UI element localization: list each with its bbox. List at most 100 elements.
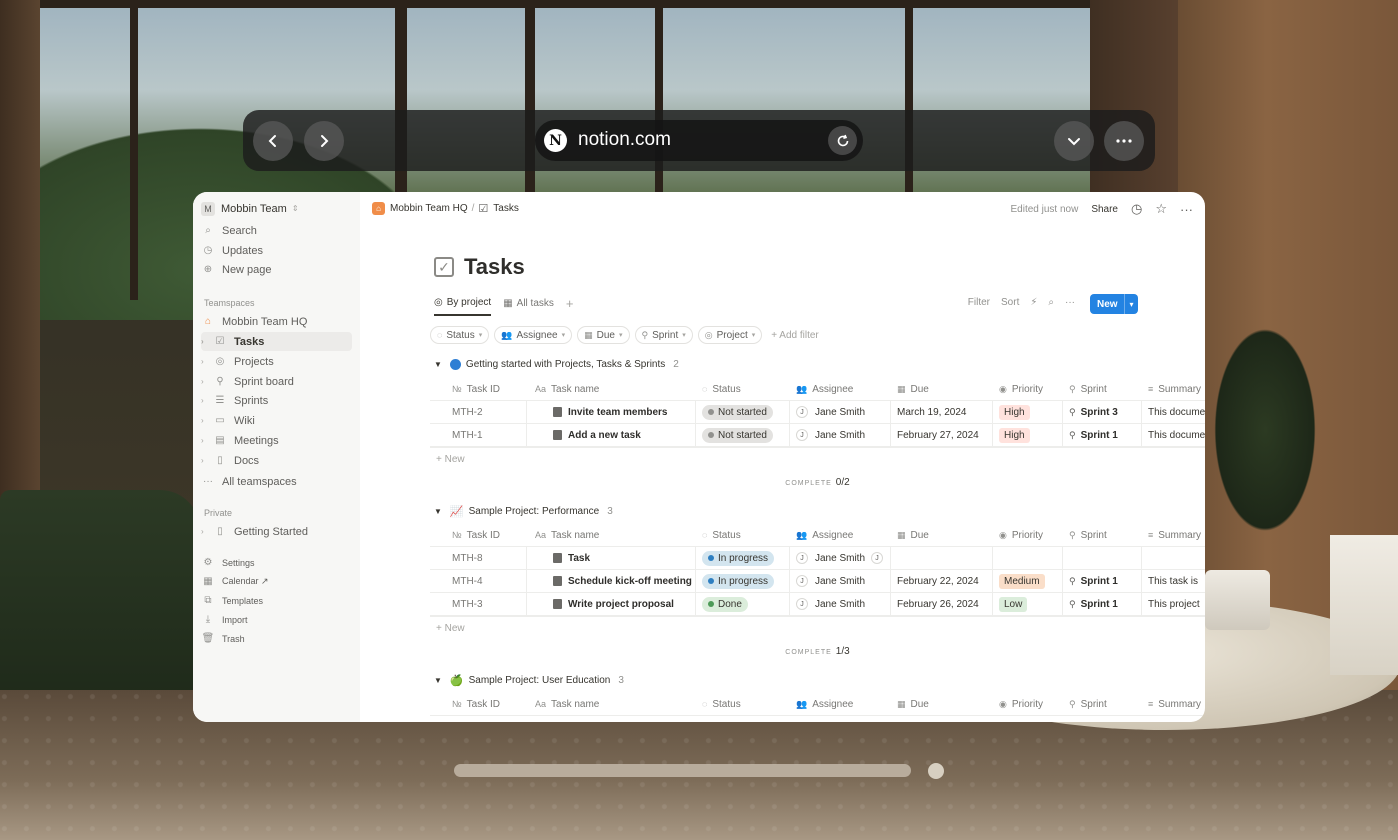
reload-button[interactable] — [828, 126, 857, 155]
sprint-cell[interactable]: ⚲ Sprint 3 — [1063, 400, 1142, 424]
new-row-button[interactable]: + New — [436, 623, 465, 634]
sidebar-item-projects[interactable]: › ◎ Projects — [201, 352, 352, 371]
collapse-triangle-icon[interactable]: ▼ — [434, 676, 442, 685]
star-icon[interactable]: ☆ — [1155, 201, 1167, 217]
due-cell[interactable] — [891, 546, 993, 570]
sidebar-item-calendar[interactable]: ▦ Calendar ↗ — [201, 572, 352, 591]
column-header[interactable]: Aa Task name — [527, 693, 696, 716]
history-icon[interactable]: ◷ — [1131, 201, 1142, 217]
filter-button[interactable]: Filter — [968, 297, 990, 308]
add-view-icon[interactable]: + — [566, 296, 574, 311]
forward-button[interactable] — [304, 121, 344, 161]
column-header[interactable]: 👥 Assignee — [790, 524, 891, 547]
sidebar-item-sprints[interactable]: › ☰ Sprints — [201, 391, 352, 410]
ellipsis-icon[interactable]: ··· — [1065, 297, 1075, 308]
assignee-cell[interactable]: J Jane Smith — [790, 400, 891, 424]
column-header[interactable]: ⚲ Sprint — [1063, 524, 1142, 547]
address-bar[interactable]: N notion.com — [535, 120, 863, 161]
collapse-triangle-icon[interactable]: ▼ — [434, 507, 442, 516]
tab-by-project[interactable]: ◎ By project — [434, 297, 492, 316]
sidebar-item-getting-started[interactable]: › ▯ Getting Started — [201, 522, 352, 541]
task-name-cell[interactable]: Write project proposal — [527, 592, 696, 616]
table-row[interactable]: MTH-2 Invite team members Not started JJ… — [430, 400, 1205, 424]
sidebar-item-sprint-board[interactable]: › ⚲ Sprint board — [201, 372, 352, 391]
table-row[interactable]: MTH-8 Task In progress J Jane Smith J — [430, 546, 1205, 570]
due-cell[interactable]: February 26, 2024 — [891, 592, 993, 616]
status-cell[interactable]: Not started — [696, 423, 790, 447]
due-cell[interactable]: February 27, 2024 — [891, 423, 993, 447]
column-header[interactable]: ≡ Summary — [1142, 693, 1205, 716]
breadcrumb-current[interactable]: Tasks — [493, 203, 519, 214]
filter-project[interactable]: ◎ Project ▾ — [697, 326, 763, 344]
filter-due[interactable]: ▦ Due ▾ — [577, 326, 630, 344]
column-header[interactable]: ⚲ Sprint — [1063, 693, 1142, 716]
share-button[interactable]: Share — [1091, 204, 1118, 215]
search-icon[interactable]: ⌕ — [1048, 297, 1054, 308]
new-row-button[interactable]: + New — [436, 454, 465, 465]
column-header[interactable]: ◉ Priority — [993, 524, 1063, 547]
sidebar-item-search[interactable]: ⌕ Search — [201, 221, 352, 240]
menu-dropdown-button[interactable] — [1054, 121, 1094, 161]
chevron-right-icon[interactable]: › — [201, 357, 209, 366]
status-cell[interactable]: Done — [696, 592, 790, 616]
column-header[interactable]: Aa Task name — [527, 524, 696, 547]
due-cell[interactable]: February 22, 2024 — [891, 569, 993, 593]
tab-all-tasks[interactable]: ▦ All tasks — [503, 298, 554, 315]
priority-cell[interactable]: Low — [993, 592, 1063, 616]
table-row[interactable]: MTH-1 Add a new task Not started J Jane S… — [430, 423, 1205, 447]
column-header[interactable]: ◌ Status — [696, 378, 790, 401]
column-header[interactable]: ◉ Priority — [993, 378, 1063, 401]
column-header[interactable]: ⚲ Sprint — [1063, 378, 1142, 401]
table-row[interactable]: MTH-3 Write project proposal Done J Jane … — [430, 592, 1205, 616]
task-name-cell[interactable]: Task — [527, 546, 696, 570]
column-header[interactable]: ≡ Summary — [1142, 524, 1205, 547]
page-title-text[interactable]: Tasks — [464, 254, 525, 280]
status-cell[interactable]: Not started — [696, 400, 790, 424]
sort-button[interactable]: Sort — [1001, 297, 1019, 308]
assignee-cell[interactable]: J Jane Smith J — [790, 546, 891, 570]
priority-cell[interactable] — [993, 546, 1063, 570]
group-header[interactable]: ▼ 📈 Sample Project: Performance 3 — [434, 505, 613, 518]
chevron-right-icon[interactable]: › — [201, 337, 209, 346]
sidebar-item-mobbin-team-hq[interactable]: ⌂ Mobbin Team HQ — [201, 312, 352, 331]
chevron-right-icon[interactable]: › — [201, 456, 209, 465]
sidebar-item-templates[interactable]: ⧉ Templates — [201, 591, 352, 610]
priority-cell[interactable]: High — [993, 400, 1063, 424]
ellipsis-icon[interactable]: ··· — [1180, 202, 1193, 217]
chevron-down-icon[interactable]: ▾ — [1124, 294, 1138, 314]
filter-sprint[interactable]: ⚲ Sprint ▾ — [634, 326, 693, 344]
more-button[interactable] — [1104, 121, 1144, 161]
column-header[interactable]: № Task ID — [430, 693, 527, 716]
summary-cell[interactable]: This docume — [1142, 424, 1205, 447]
status-cell[interactable]: In progress — [696, 569, 790, 593]
summary-cell[interactable]: This task is — [1142, 570, 1205, 593]
column-header[interactable]: ◌ Status — [696, 693, 790, 716]
sidebar-item-new-page[interactable]: ⊕ New page — [201, 260, 352, 279]
summary-cell[interactable] — [1142, 547, 1205, 570]
priority-cell[interactable]: High — [993, 423, 1063, 447]
column-header[interactable]: ▦ Due — [891, 693, 993, 716]
sprint-cell[interactable]: ⚲ Sprint 1 — [1063, 423, 1142, 447]
window-close-dot[interactable] — [928, 763, 944, 779]
collapse-triangle-icon[interactable]: ▼ — [434, 360, 442, 369]
sidebar-item-settings[interactable]: ⚙ Settings — [201, 553, 352, 572]
breadcrumb-parent[interactable]: Mobbin Team HQ — [390, 203, 468, 214]
task-name-cell[interactable]: Add a new task — [527, 423, 696, 447]
sidebar-item-wiki[interactable]: › ▭ Wiki — [201, 411, 352, 430]
status-cell[interactable]: In progress — [696, 546, 790, 570]
column-header[interactable]: ◉ Priority — [993, 693, 1063, 716]
column-header[interactable]: 👥 Assignee — [790, 693, 891, 716]
new-button[interactable]: New ▾ — [1090, 294, 1138, 314]
back-button[interactable] — [253, 121, 293, 161]
sprint-cell[interactable]: ⚲ Sprint 1 — [1063, 592, 1142, 616]
chevron-right-icon[interactable]: › — [201, 377, 209, 386]
sidebar-item-trash[interactable]: 🗑 Trash — [201, 629, 352, 648]
due-cell[interactable]: March 19, 2024 — [891, 400, 993, 424]
add-filter-button[interactable]: + Add filter — [771, 330, 819, 341]
automation-icon[interactable]: ⚡ — [1030, 297, 1037, 308]
sidebar-item-import[interactable]: ⤓ Import — [201, 610, 352, 629]
column-header[interactable]: Aa Task name — [527, 378, 696, 401]
group-header[interactable]: ▼ 🍏 Sample Project: User Education 3 — [434, 674, 624, 687]
table-row[interactable]: MTH-4 Schedule kick-off meeting In progr… — [430, 569, 1205, 593]
chevron-right-icon[interactable]: › — [201, 436, 209, 445]
